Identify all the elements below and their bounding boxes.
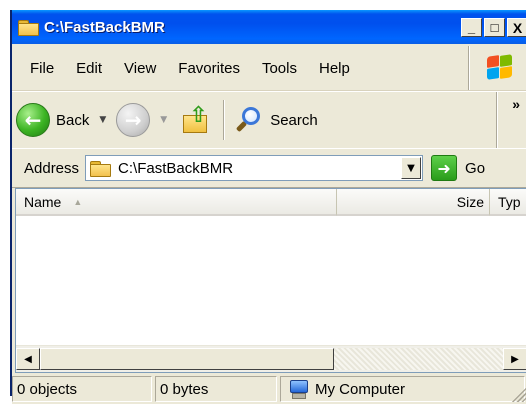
forward-arrow-icon: →	[116, 103, 151, 137]
horizontal-scrollbar[interactable]: ◀ ▶	[16, 345, 526, 372]
column-header-type[interactable]: Typ	[490, 189, 526, 216]
menu-edit[interactable]: Edit	[66, 60, 114, 77]
menu-favorites[interactable]: Favorites	[168, 60, 252, 77]
menu-file[interactable]: File	[20, 60, 66, 77]
scroll-left-button[interactable]: ◀	[16, 348, 40, 370]
window-title: C:\FastBackBMR	[44, 18, 165, 36]
maximize-button[interactable]: □	[484, 18, 505, 37]
status-bytes: 0 bytes	[155, 376, 277, 402]
menu-tools[interactable]: Tools	[252, 60, 309, 77]
toolbar-overflow-button[interactable]: »	[512, 96, 520, 112]
windows-logo-icon	[484, 52, 514, 80]
address-label: Address	[24, 159, 80, 177]
forward-button[interactable]: → ▼	[116, 103, 167, 137]
column-name-label: Name	[24, 193, 62, 210]
search-label: Search	[270, 111, 318, 129]
status-bytes-text: 0 bytes	[160, 380, 209, 398]
address-input[interactable]: C:\FastBackBMR ▼	[85, 155, 424, 181]
status-zone-text: My Computer	[315, 380, 406, 398]
go-button[interactable]: ➜ Go	[431, 155, 485, 181]
search-button[interactable]: Search	[234, 105, 318, 135]
back-button[interactable]: ← Back ▼	[16, 103, 106, 137]
title-bar[interactable]: C:\FastBackBMR _ □ X	[12, 10, 526, 44]
go-arrow-icon: ➜	[431, 155, 458, 181]
menu-help[interactable]: Help	[309, 60, 362, 77]
back-label: Back	[56, 111, 90, 129]
window-controls: _ □ X	[459, 18, 526, 37]
folder-icon	[18, 19, 39, 36]
back-dropdown-icon[interactable]: ▼	[99, 115, 106, 125]
scroll-thumb[interactable]	[40, 348, 334, 370]
column-headers: Name ▲ Size Typ	[16, 189, 526, 216]
folder-icon	[90, 160, 112, 177]
status-objects: 0 objects	[12, 376, 152, 402]
go-label: Go	[465, 159, 486, 177]
column-header-size[interactable]: Size	[337, 189, 490, 216]
status-zone: My Computer	[280, 376, 525, 402]
scroll-right-button[interactable]: ▶	[503, 348, 526, 370]
menu-view[interactable]: View	[114, 60, 168, 77]
folder-up-icon[interactable]: ⇧	[181, 105, 211, 135]
minimize-button[interactable]: _	[461, 18, 482, 37]
back-arrow-icon: ←	[16, 103, 50, 137]
column-size-label: Size	[456, 193, 484, 210]
close-button[interactable]: X	[507, 18, 526, 37]
toolbar-separator	[223, 100, 225, 140]
standard-toolbar: ← Back ▼ → ▼ ⇧ Search »	[12, 91, 526, 149]
explorer-window: C:\FastBackBMR _ □ X File Edit View Favo…	[10, 10, 526, 404]
address-bar: Address C:\FastBackBMR ▼ ➜ Go	[12, 148, 526, 188]
my-computer-icon	[289, 380, 308, 399]
column-type-label: Typ	[498, 193, 521, 210]
address-dropdown-button[interactable]: ▼	[401, 157, 422, 179]
menu-bar: File Edit View Favorites Tools Help	[12, 46, 526, 91]
address-value: C:\FastBackBMR	[118, 159, 234, 177]
file-list[interactable]: Name ▲ Size Typ ◀ ▶	[15, 188, 526, 373]
search-icon	[234, 105, 264, 135]
file-list-empty-area[interactable]	[16, 216, 526, 344]
status-objects-text: 0 objects	[17, 380, 78, 398]
resize-grip-icon[interactable]	[510, 386, 526, 402]
column-header-name[interactable]: Name ▲	[16, 189, 337, 216]
scroll-track[interactable]	[334, 348, 503, 370]
status-bar: 0 objects 0 bytes My Computer	[12, 376, 526, 404]
sort-ascending-icon: ▲	[73, 196, 83, 207]
forward-dropdown-icon[interactable]: ▼	[160, 115, 167, 125]
